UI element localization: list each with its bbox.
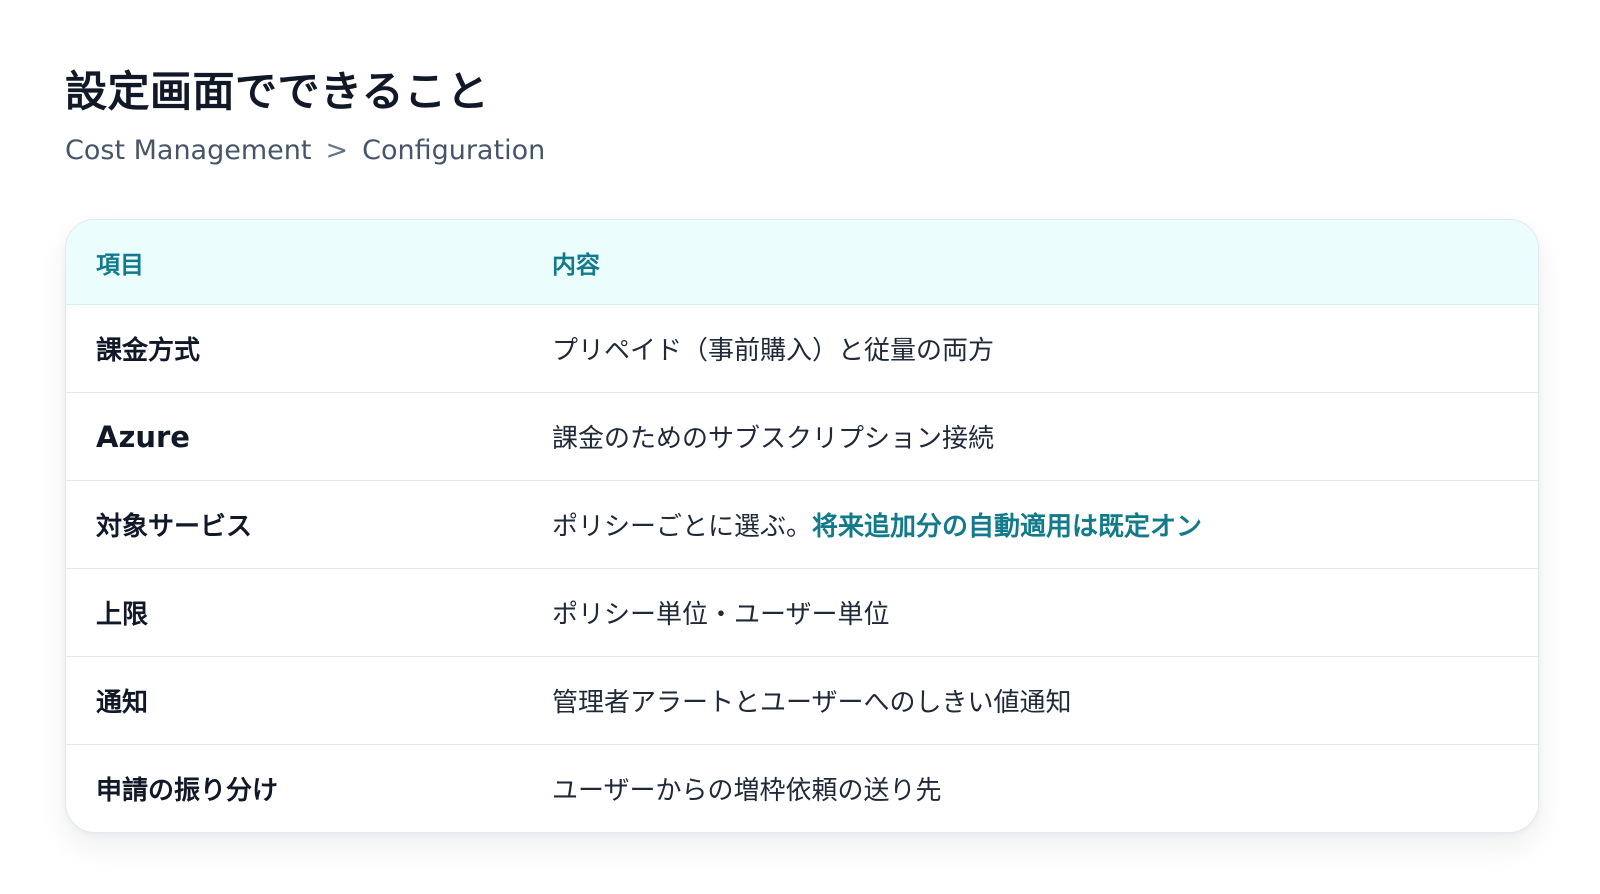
- table-row: 申請の振り分け ユーザーからの増枠依頼の送り先: [66, 745, 1538, 831]
- row-key: 対象サービス: [96, 512, 253, 542]
- settings-table: 項目 内容 課金方式 プリペイド（事前購入）と従量の両方 Azure 課金のため…: [65, 219, 1539, 833]
- breadcrumb-item-cost-management[interactable]: Cost Management: [65, 134, 311, 168]
- row-value: ポリシー単位・ユーザー単位: [552, 594, 1538, 631]
- table-header-row: 項目 内容: [66, 220, 1538, 305]
- row-value-text: 課金のためのサブスクリプション接続: [552, 424, 995, 454]
- row-key: 申請の振り分け: [96, 775, 279, 806]
- table-row: 通知 管理者アラートとユーザーへのしきい値通知: [66, 657, 1538, 745]
- row-value: ポリシーごとに選ぶ。将来追加分の自動適用は既定オン: [552, 506, 1538, 543]
- table-row: 対象サービス ポリシーごとに選ぶ。将来追加分の自動適用は既定オン: [66, 481, 1538, 569]
- row-value: 課金のためのサブスクリプション接続: [552, 418, 1538, 455]
- table-row: Azure 課金のためのサブスクリプション接続: [66, 393, 1538, 481]
- row-value-text: ポリシー単位・ユーザー単位: [552, 600, 890, 630]
- table-header-item: 項目: [96, 250, 144, 279]
- row-key: 上限: [96, 600, 149, 630]
- breadcrumb: Cost Management > Configuration: [65, 134, 1535, 168]
- table-row: 上限 ポリシー単位・ユーザー単位: [66, 569, 1538, 657]
- table-header-content: 内容: [552, 250, 600, 279]
- breadcrumb-separator: >: [325, 135, 349, 166]
- row-value: 管理者アラートとユーザーへのしきい値通知: [552, 682, 1538, 719]
- row-value-highlight: 将来追加分の自動適用は既定オン: [812, 512, 1203, 542]
- row-value: プリペイド（事前購入）と従量の両方: [552, 330, 1538, 367]
- row-key: 通知: [96, 688, 149, 718]
- row-value-text: ポリシーごとに選ぶ。: [552, 512, 813, 542]
- row-key: Azure: [96, 419, 190, 454]
- page-title: 設定画面でできること: [65, 67, 490, 116]
- table-row: 課金方式 プリペイド（事前購入）と従量の両方: [66, 305, 1538, 393]
- row-value-text: プリペイド（事前購入）と従量の両方: [552, 336, 995, 366]
- row-value-text: 管理者アラートとユーザーへのしきい値通知: [552, 688, 1072, 718]
- row-key: 課金方式: [96, 336, 201, 366]
- page: 設定画面でできること Cost Management > Configurati…: [0, 0, 1600, 894]
- row-value: ユーザーからの増枠依頼の送り先: [552, 770, 1538, 807]
- row-value-text: ユーザーからの増枠依頼の送り先: [552, 775, 942, 806]
- breadcrumb-item-configuration: Configuration: [362, 135, 546, 166]
